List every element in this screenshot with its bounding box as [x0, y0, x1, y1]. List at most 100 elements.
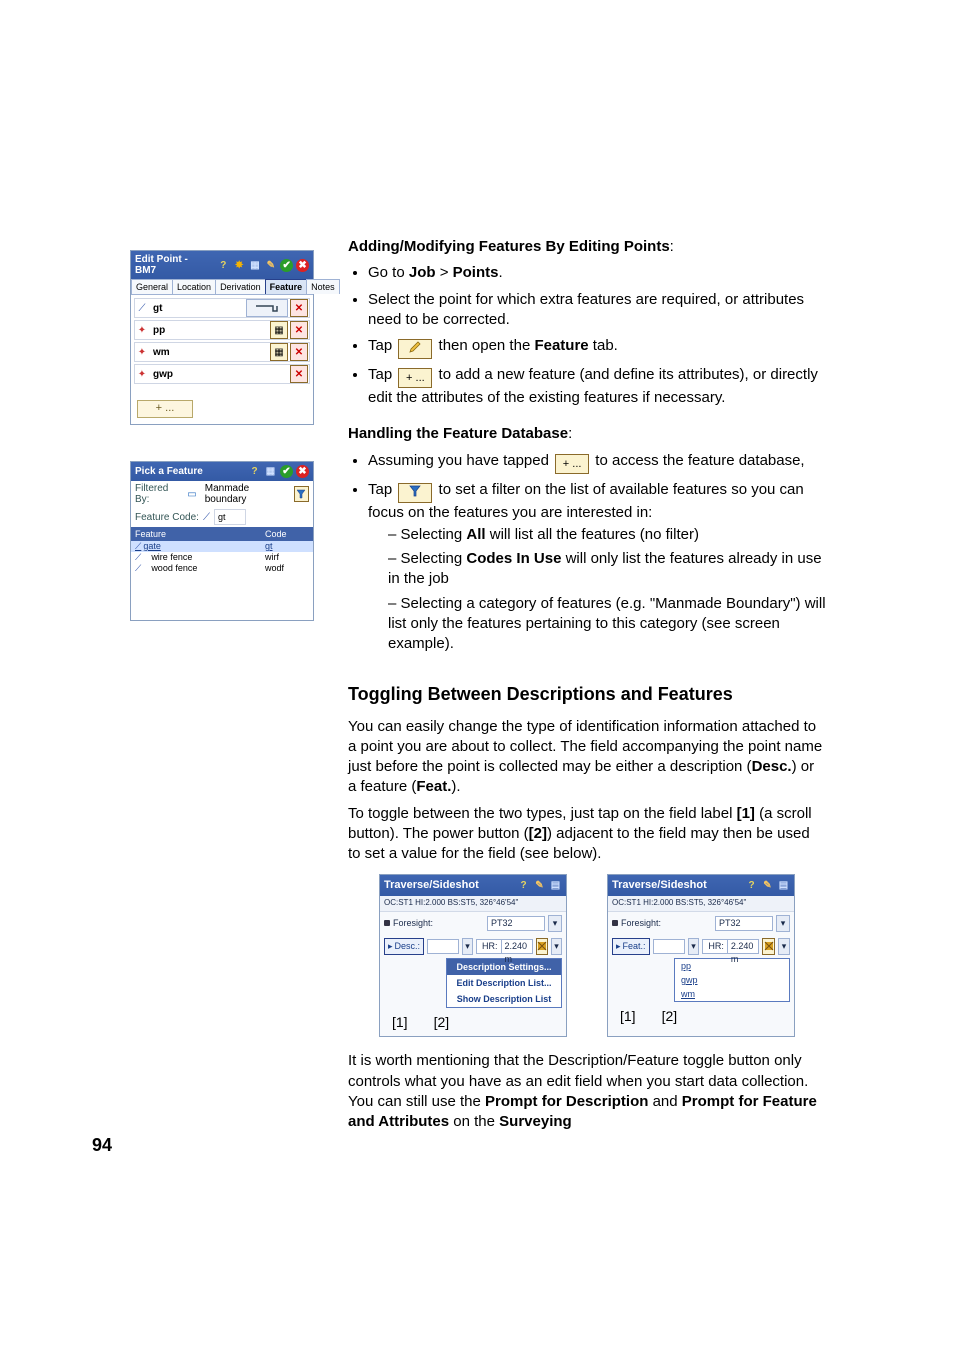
- feature-name: wm: [149, 347, 269, 358]
- list-item: Tap + ... to add a new feature (and defi…: [368, 365, 826, 408]
- pencil-button[interactable]: [398, 339, 432, 359]
- grid-icon[interactable]: ▦: [270, 343, 288, 361]
- dropdown-icon[interactable]: ▾: [551, 938, 562, 955]
- wand-icon[interactable]: ✎: [264, 259, 277, 272]
- dropdown-icon[interactable]: ▾: [548, 915, 562, 932]
- feature-code-row: Feature Code: ⟋ gt: [131, 507, 313, 527]
- page-icon[interactable]: ▤: [549, 879, 562, 892]
- feature-name: wood fence: [143, 563, 265, 574]
- foresight-row: Foresight: PT32 ▾: [608, 912, 794, 935]
- feature-name: pp: [149, 325, 269, 336]
- keyboard-icon[interactable]: ▦: [264, 465, 277, 478]
- foresight-input[interactable]: PT32: [715, 916, 773, 931]
- grid-body: ⟋ gate gt ⟋ wire fence wirf ⟋ wood fence…: [131, 541, 313, 620]
- delete-icon[interactable]: ✕: [290, 299, 308, 317]
- feature-row[interactable]: ✦ wm ▦ ✕: [134, 342, 310, 362]
- tab-derivation[interactable]: Derivation: [215, 279, 266, 294]
- hr-field[interactable]: HR: 2.240 m: [476, 939, 533, 954]
- list-item: Tap to set a filter on the list of avail…: [368, 480, 826, 655]
- add-feature-button[interactable]: + ...: [137, 400, 193, 418]
- help-icon[interactable]: ?: [517, 879, 530, 892]
- close-icon[interactable]: ✖: [296, 465, 309, 478]
- traverse-screens: Traverse/Sideshot ? ✎ ▤ OC:ST1 HI:2.000 …: [348, 874, 826, 1037]
- wand-icon[interactable]: ✎: [533, 879, 546, 892]
- add-button[interactable]: + ...: [555, 454, 589, 474]
- grid-icon[interactable]: ▦: [270, 321, 288, 339]
- pick-feature-window: Pick a Feature ? ▦ ✔ ✖ Filtered By: ▭ Ma…: [130, 461, 314, 621]
- feature-code-label: Feature Code:: [135, 512, 199, 523]
- dropdown-icon[interactable]: ▾: [462, 938, 473, 955]
- foresight-input[interactable]: PT32: [487, 916, 545, 931]
- toggle-heading: Toggling Between Descriptions and Featur…: [348, 682, 826, 706]
- mark-2: [2]: [662, 1007, 678, 1026]
- star-icon[interactable]: ✸: [233, 259, 246, 272]
- desc-feat-toggle[interactable]: ▸Desc.:: [384, 938, 424, 954]
- grid-header: Feature Code: [131, 527, 313, 541]
- tab-notes[interactable]: Notes: [306, 279, 340, 294]
- feature-row[interactable]: ⟋ gt ✕: [134, 298, 310, 318]
- help-icon[interactable]: ?: [248, 465, 261, 478]
- page-icon[interactable]: ▤: [777, 879, 790, 892]
- feat-input[interactable]: [653, 939, 685, 954]
- line-icon: ⟋: [135, 303, 149, 314]
- callout-marks: [1] [2]: [380, 1011, 566, 1036]
- grid-row[interactable]: ⟋ wood fence wodf: [131, 563, 313, 574]
- tab-location[interactable]: Location: [172, 279, 216, 294]
- feature-code-input[interactable]: gt: [214, 509, 246, 525]
- keyboard-icon[interactable]: ▦: [249, 259, 262, 272]
- traverse-desc-window: Traverse/Sideshot ? ✎ ▤ OC:ST1 HI:2.000 …: [379, 874, 567, 1037]
- delete-icon[interactable]: ✕: [290, 321, 308, 339]
- clip-icon[interactable]: [246, 299, 288, 317]
- feature-row[interactable]: ✦ pp ▦ ✕: [134, 320, 310, 340]
- dropdown-icon[interactable]: ▾: [776, 915, 790, 932]
- list-item: Selecting a category of features (e.g. "…: [388, 594, 826, 655]
- title-text: Edit Point - BM7: [135, 254, 211, 276]
- main-text: Adding/Modifying Features By Editing Poi…: [348, 237, 826, 1138]
- desc-feat-toggle[interactable]: ▸Feat.:: [612, 938, 650, 954]
- menu-item[interactable]: Show Description List: [447, 991, 561, 1007]
- list-item[interactable]: wm: [675, 987, 789, 1001]
- status-bar: OC:ST1 HI:2.000 BS:ST5, 326°46'54": [608, 896, 794, 912]
- list-item: Assuming you have tapped + ... to access…: [368, 451, 826, 474]
- hr-field[interactable]: HR: 2.240 m: [702, 939, 759, 954]
- feature-row[interactable]: ✦ gwp ✕: [134, 364, 310, 384]
- menu-header[interactable]: Description Settings...: [447, 959, 561, 975]
- layer-icon: ▭: [187, 489, 196, 500]
- title-text: Pick a Feature: [135, 466, 203, 477]
- filter-button[interactable]: [294, 486, 309, 502]
- list-item: Go to Job > Points.: [368, 263, 826, 283]
- foresight-label: Foresight:: [621, 917, 661, 929]
- desc-input[interactable]: [427, 939, 459, 954]
- add-button[interactable]: + ...: [398, 368, 432, 388]
- feature-name: wire fence: [143, 552, 265, 563]
- wand-icon[interactable]: ✎: [761, 879, 774, 892]
- section-heading: Handling the Feature Database: [348, 425, 568, 442]
- list-item[interactable]: gwp: [675, 973, 789, 987]
- target-icon[interactable]: [536, 938, 548, 955]
- tab-feature[interactable]: Feature: [265, 279, 308, 294]
- help-icon[interactable]: ?: [217, 259, 230, 272]
- help-icon[interactable]: ?: [745, 879, 758, 892]
- menu-item[interactable]: Edit Description List...: [447, 975, 561, 991]
- ok-icon[interactable]: ✔: [280, 465, 293, 478]
- tab-general[interactable]: General: [131, 279, 173, 294]
- grid-row[interactable]: ⟋ wire fence wirf: [131, 552, 313, 563]
- close-icon[interactable]: ✖: [296, 259, 309, 272]
- filter-options-list: Selecting All will list all the features…: [368, 525, 826, 655]
- dropdown-icon[interactable]: ▾: [778, 938, 790, 955]
- grid-row[interactable]: ⟋ gate gt: [131, 541, 313, 552]
- target-icon[interactable]: [762, 938, 775, 955]
- filtered-by-value: Manmade boundary: [205, 483, 290, 505]
- filter-button[interactable]: [398, 483, 432, 503]
- delete-icon[interactable]: ✕: [290, 343, 308, 361]
- desc-menu: Description Settings... Edit Description…: [446, 958, 562, 1008]
- filtered-by-row: Filtered By: ▭ Manmade boundary: [131, 481, 313, 507]
- desc-feat-row: ▸Feat.: ▾ HR: 2.240 m ▾: [608, 935, 794, 958]
- delete-icon[interactable]: ✕: [290, 365, 308, 383]
- list-item: Tap then open the Feature tab.: [368, 336, 826, 359]
- dropdown-icon[interactable]: ▾: [688, 938, 700, 955]
- point-icon: ✦: [135, 369, 149, 380]
- callout-marks: [1] [2]: [608, 1005, 794, 1030]
- ok-icon[interactable]: ✔: [280, 259, 293, 272]
- mark-1: [1]: [620, 1007, 636, 1026]
